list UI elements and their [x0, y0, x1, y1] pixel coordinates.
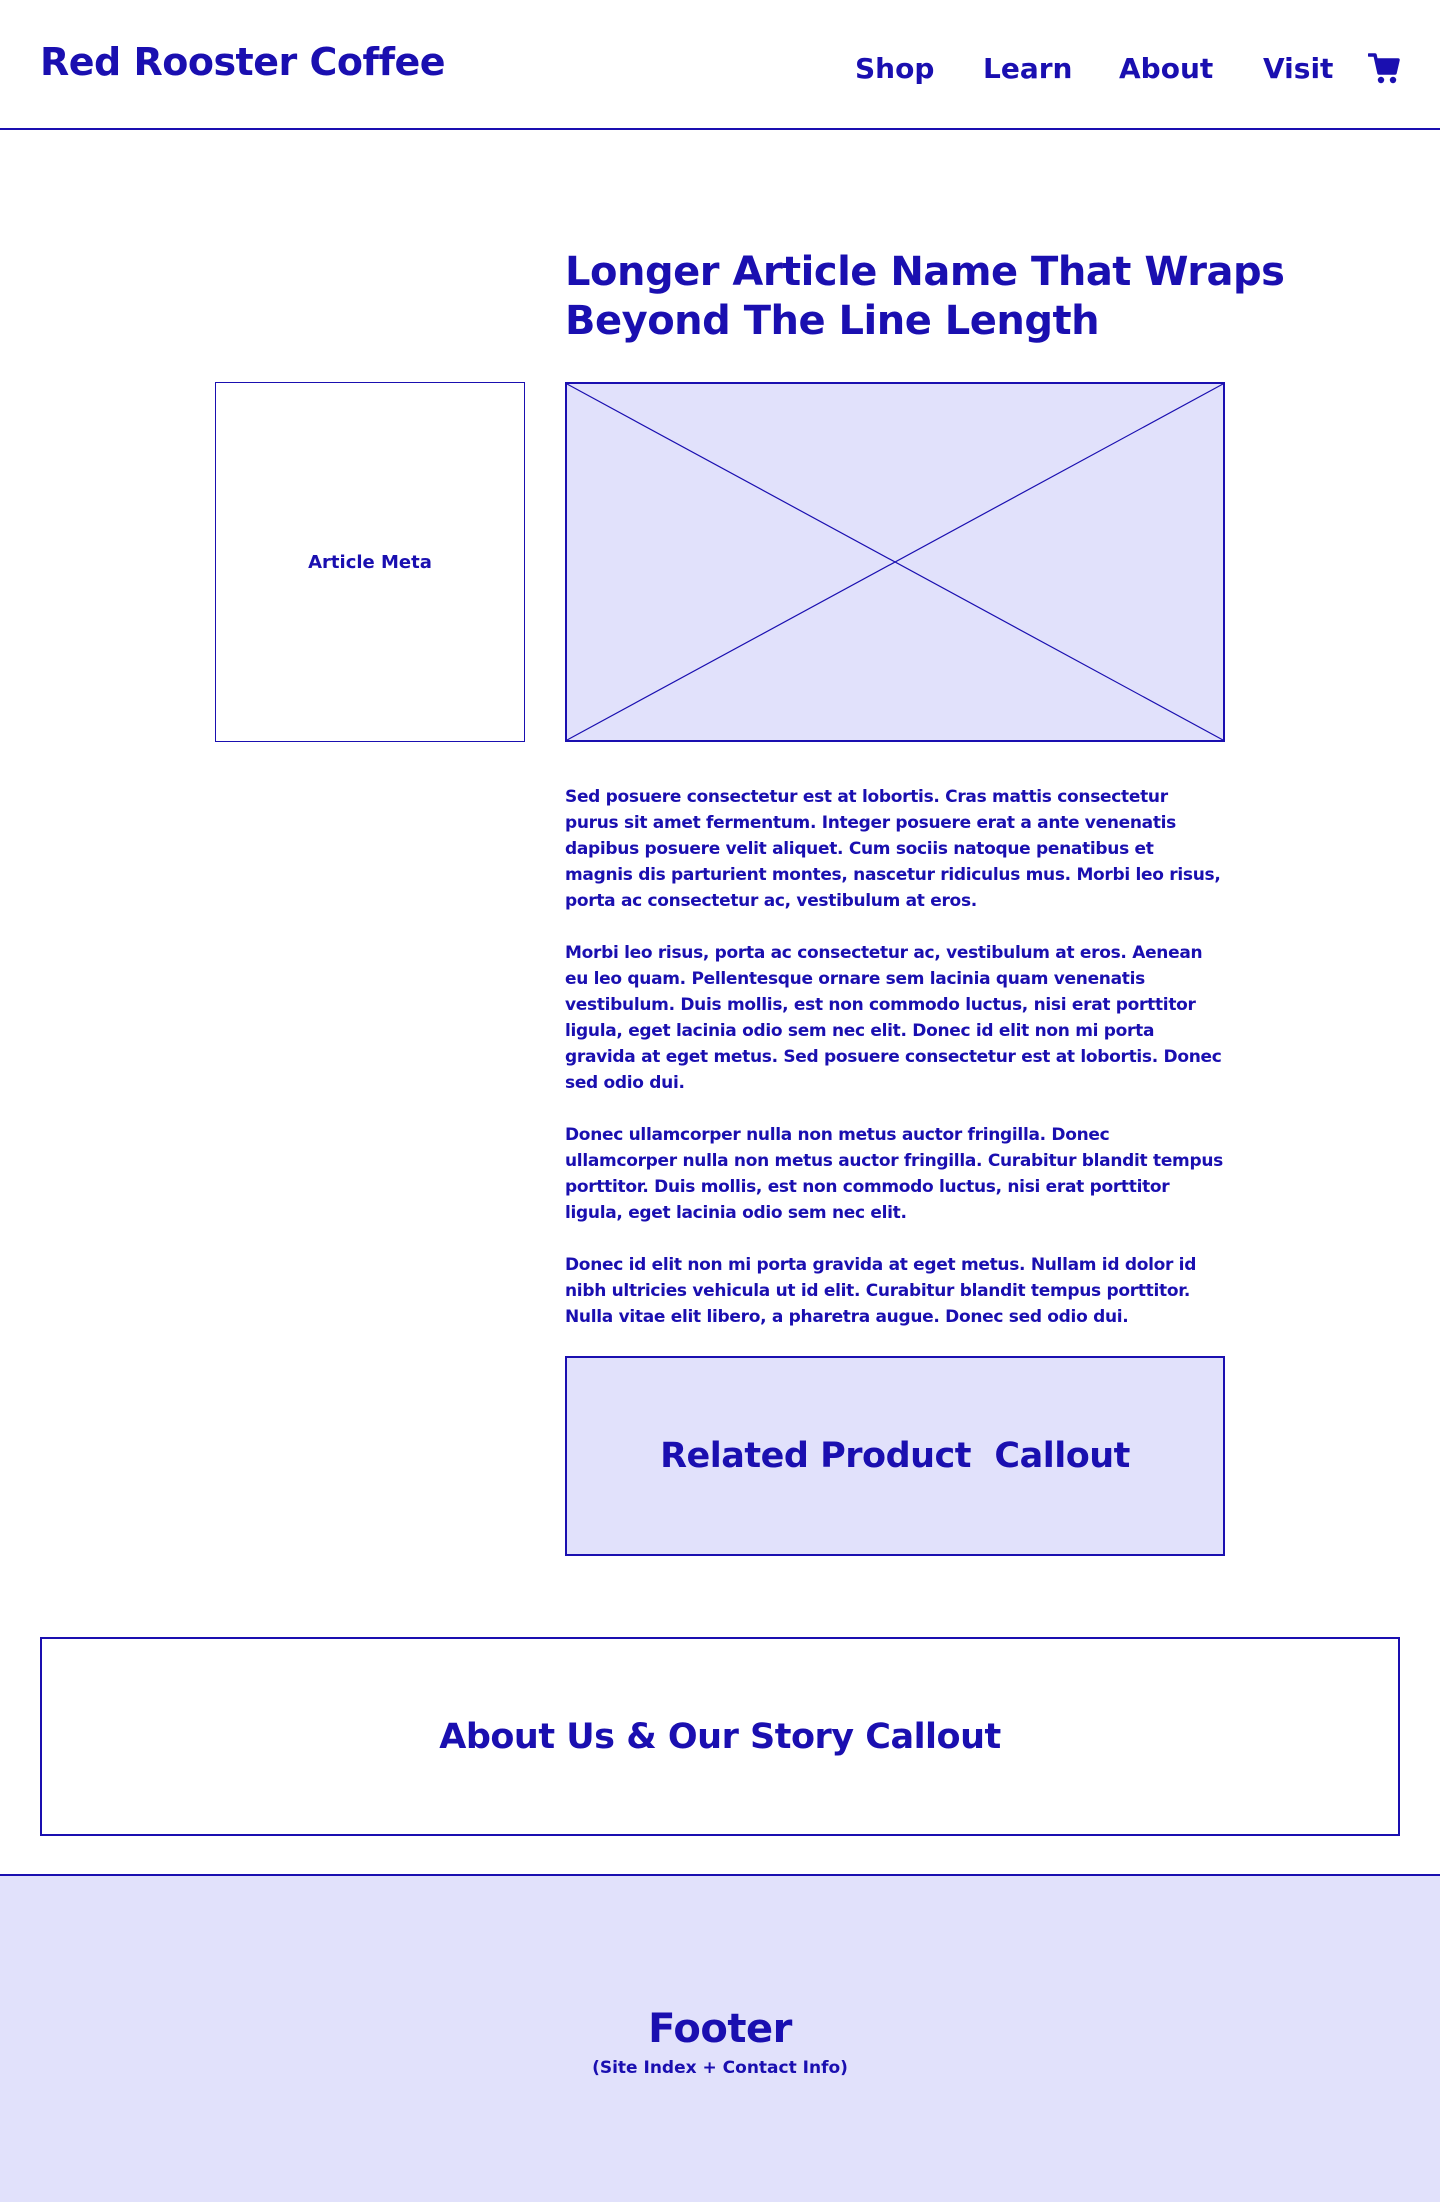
nav-learn[interactable]: Learn	[983, 52, 1072, 85]
about-us-callout-label: About Us & Our Story Callout	[439, 1716, 1001, 1757]
footer-subtitle: (Site Index + Contact Info)	[592, 2058, 848, 2078]
article-meta-label: Article Meta	[308, 551, 432, 573]
related-product-callout[interactable]: Related Product Callout	[565, 1356, 1225, 1556]
article-title: Longer Article Name That Wraps Beyond Th…	[565, 249, 1285, 344]
article-meta-box: Article Meta	[215, 382, 525, 742]
article-body: Sed posuere consectetur est at lobortis.…	[565, 784, 1225, 1356]
nav-about[interactable]: About	[1119, 52, 1213, 85]
related-product-callout-label: Related Product Callout	[660, 1436, 1130, 1476]
article-paragraph: Donec id elit non mi porta gravida at eg…	[565, 1255, 1197, 1327]
footer-title: Footer	[648, 2006, 792, 2052]
article-paragraph: Donec ullamcorper nulla non metus auctor…	[565, 1125, 1223, 1223]
shopping-cart-icon[interactable]	[1367, 52, 1400, 86]
nav-visit[interactable]: Visit	[1263, 52, 1333, 85]
article-paragraph: Sed posuere consectetur est at lobortis.…	[565, 787, 1221, 911]
site-logo[interactable]: Red Rooster Coffee	[40, 40, 446, 84]
nav-shop[interactable]: Shop	[855, 52, 934, 85]
article-paragraph: Morbi leo risus, porta ac consectetur ac…	[565, 943, 1222, 1093]
image-placeholder	[565, 382, 1225, 742]
site-footer: Footer (Site Index + Contact Info)	[0, 1874, 1440, 2202]
about-us-callout[interactable]: About Us & Our Story Callout	[40, 1637, 1400, 1836]
site-header: Red Rooster Coffee Shop Learn About Visi…	[0, 0, 1440, 130]
